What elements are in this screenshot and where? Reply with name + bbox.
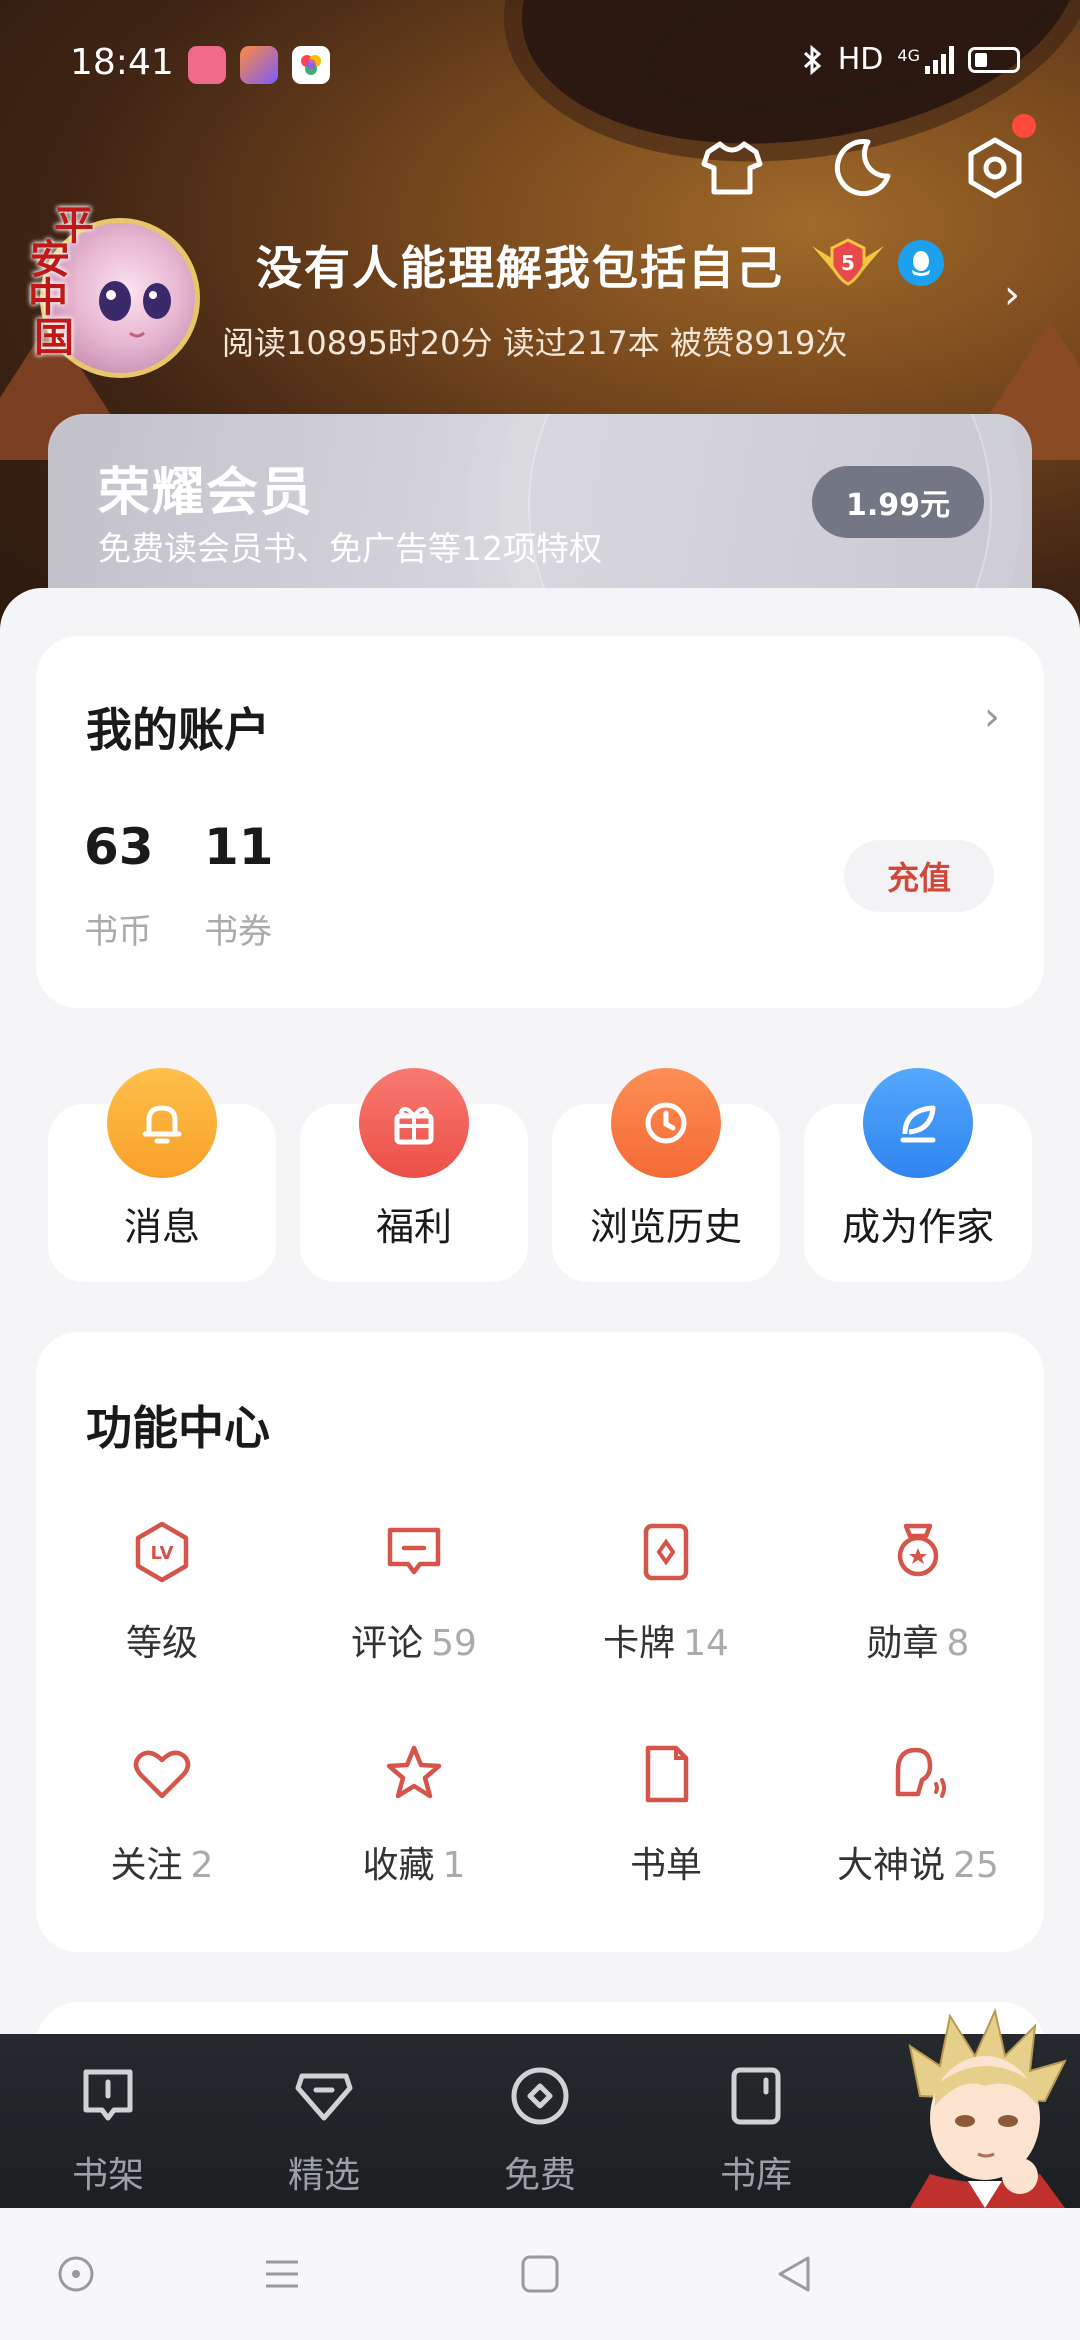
- function-count: 1: [442, 1845, 466, 1886]
- settings-icon[interactable]: [955, 128, 1035, 208]
- diamond-icon: [295, 2073, 353, 2121]
- hd-indicator: HD: [837, 42, 884, 77]
- speaker-icon: [895, 1747, 946, 1798]
- nav-label: 书架: [71, 2155, 144, 2196]
- bluetooth-icon: [803, 44, 822, 75]
- system-navigation-bar: [0, 2208, 1080, 2340]
- function-label: 关注: [110, 1845, 183, 1886]
- mascot-character[interactable]: [890, 2006, 1080, 2208]
- svg-text:LV: LV: [151, 1543, 174, 1564]
- bell-icon: [107, 1068, 217, 1178]
- quick-action-welfare[interactable]: 福利: [300, 1068, 528, 1282]
- function-comments[interactable]: 评论 59: [288, 1518, 540, 1688]
- notification-app-icon: [188, 46, 226, 84]
- free-icon: [511, 2067, 569, 2125]
- function-count: 14: [683, 1623, 729, 1664]
- recharge-button[interactable]: 充值: [844, 840, 994, 912]
- function-count: 59: [431, 1623, 477, 1664]
- reading-stats: 阅读10895时20分 读过217本 被赞8919次: [222, 324, 848, 362]
- function-count: 8: [946, 1623, 970, 1664]
- function-label: 勋章: [866, 1623, 939, 1664]
- function-center-card: 功能中心 LV 等级 评论59 卡牌14 勋章8 关注2 收藏1 书单: [36, 1332, 1044, 1952]
- medal-icon: [897, 1523, 939, 1577]
- chevron-right-icon[interactable]: ›: [984, 694, 1000, 740]
- vouchers-value: 11: [204, 818, 274, 876]
- back-button-icon[interactable]: [772, 2252, 816, 2296]
- quick-action-label: 消息: [123, 1205, 200, 1249]
- library-icon: [731, 2067, 781, 2125]
- function-label: 卡牌: [603, 1623, 676, 1664]
- nav-label: 精选: [287, 2155, 360, 2196]
- battery-icon: [968, 46, 1020, 73]
- quick-action-label: 福利: [375, 1205, 452, 1249]
- function-label: 大神说: [837, 1845, 946, 1886]
- qq-icon: [898, 240, 944, 286]
- vip-title: 荣耀会员: [98, 463, 315, 523]
- nav-label: 免费: [503, 2155, 576, 2196]
- signal-icon: 4G: [897, 45, 954, 74]
- function-following[interactable]: 关注 2: [36, 1740, 288, 1910]
- function-favorites[interactable]: 收藏 1: [288, 1740, 540, 1910]
- function-cards[interactable]: 卡牌 14: [540, 1518, 792, 1688]
- vip-description: 免费读会员书、免广告等12项特权: [98, 529, 602, 568]
- level-badge: 5: [808, 232, 888, 288]
- nav-label: 书库: [719, 2155, 792, 2196]
- gift-icon: [359, 1068, 469, 1178]
- screen: { "status_bar": {"time": "18:41", "hd": …: [0, 0, 1080, 2340]
- settings-notification-dot: [1012, 114, 1036, 138]
- bookshelf-icon: [83, 2069, 133, 2121]
- vouchers-label: 书券: [204, 912, 272, 952]
- nav-free[interactable]: 免费: [460, 2064, 620, 2204]
- function-medals[interactable]: 勋章 8: [792, 1518, 1044, 1688]
- menu-button-icon[interactable]: [260, 2252, 304, 2296]
- function-label: 等级: [125, 1623, 198, 1664]
- notification-app-icon: [240, 46, 278, 84]
- vip-card[interactable]: 荣耀会员 免费读会员书、免广告等12项特权 1.99元: [48, 414, 1032, 614]
- quick-action-become-author[interactable]: 成为作家: [804, 1068, 1032, 1282]
- avatar-frame-calligraphy: 平 安 中 国: [28, 203, 94, 361]
- function-booklist[interactable]: 书单: [540, 1740, 792, 1910]
- quick-action-messages[interactable]: 消息: [48, 1068, 276, 1282]
- heart-icon: [133, 1750, 191, 1799]
- status-indicators: HD 4G: [802, 42, 1020, 77]
- function-count: 25: [953, 1845, 999, 1886]
- quick-action-history[interactable]: 浏览历史: [552, 1068, 780, 1282]
- function-label: 收藏: [362, 1845, 435, 1886]
- comment-icon: [387, 1527, 441, 1575]
- chevron-right-icon[interactable]: ›: [1004, 272, 1020, 318]
- username: 没有人能理解我包括自己: [256, 241, 784, 295]
- feather-icon: [863, 1068, 973, 1178]
- home-button-icon[interactable]: [518, 2252, 562, 2296]
- booklist-icon: [645, 1745, 689, 1803]
- network-type: 4G: [897, 45, 920, 65]
- svg-text:5: 5: [841, 251, 855, 275]
- star-icon: [386, 1745, 442, 1799]
- function-great-masters[interactable]: 大神说 25: [792, 1740, 1044, 1910]
- nav-bookshelf[interactable]: 书架: [28, 2064, 188, 2204]
- status-bar: 18:41 HD 4G: [0, 0, 1080, 130]
- function-count: 2: [190, 1845, 214, 1886]
- function-center-title: 功能中心: [86, 1401, 270, 1455]
- vip-price-button[interactable]: 1.99元: [812, 466, 984, 538]
- quick-action-label: 成为作家: [841, 1205, 994, 1249]
- coins-label: 书币: [84, 912, 152, 952]
- function-label: 评论: [351, 1623, 424, 1664]
- card-icon: [643, 1523, 689, 1581]
- photos-app-icon: [292, 46, 330, 84]
- assistant-button-icon[interactable]: [54, 2252, 98, 2296]
- nav-library[interactable]: 书库: [676, 2064, 836, 2204]
- level-icon: LV: [135, 1521, 189, 1583]
- outfit-icon[interactable]: [692, 128, 772, 208]
- function-label: 书单: [629, 1845, 702, 1886]
- status-time: 18:41: [70, 42, 174, 83]
- quick-action-label: 浏览历史: [589, 1205, 742, 1249]
- function-level[interactable]: LV 等级: [36, 1518, 288, 1688]
- account-card[interactable]: 我的账户 › 63 书币 11 书券 充值: [36, 636, 1044, 1008]
- nav-featured[interactable]: 精选: [244, 2064, 404, 2204]
- clock-icon: [611, 1068, 721, 1178]
- night-mode-icon[interactable]: [822, 128, 902, 208]
- coins-value: 63: [84, 818, 154, 876]
- account-title: 我的账户: [86, 703, 270, 757]
